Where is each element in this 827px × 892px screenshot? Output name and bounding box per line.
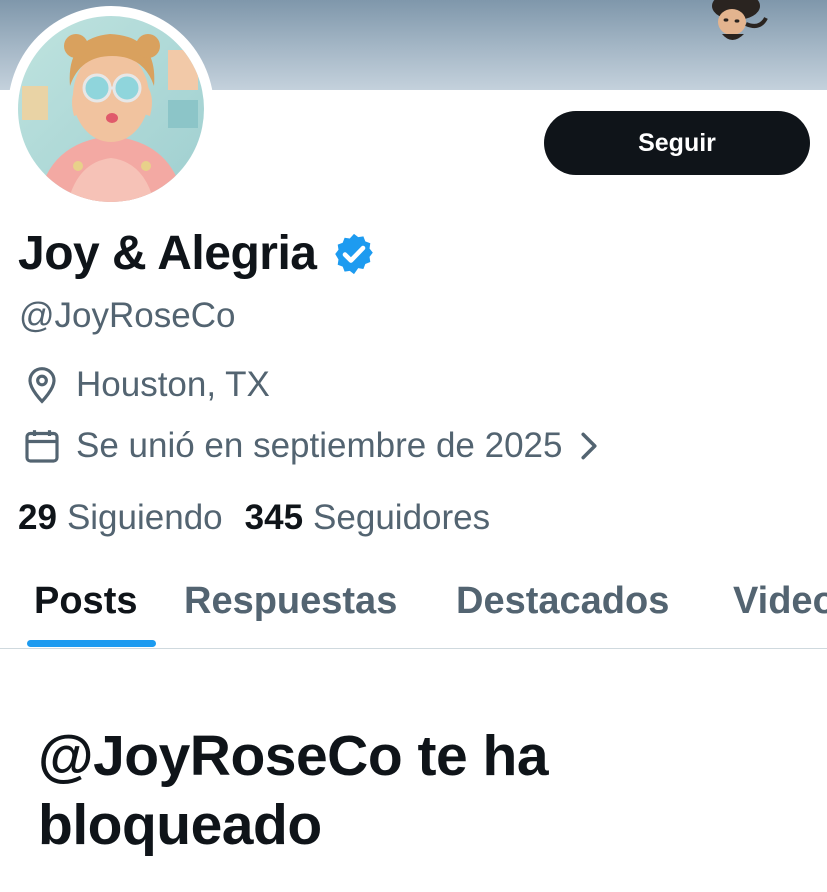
blocked-message: @JoyRoseCo te ha bloqueado [38,724,549,857]
map-pin-icon [28,367,56,404]
followers-count: 345 [244,498,304,537]
display-name: Joy & Alegria [18,227,317,280]
verified-badge-icon[interactable] [331,231,377,277]
following-stat[interactable]: 29 Siguiendo [18,498,223,538]
calendar-icon [25,430,59,463]
tab-posts[interactable]: Posts [34,580,137,623]
profile-joined[interactable]: Se unió en septiembre de 2025 [22,426,600,466]
avatar-image [18,16,204,202]
avatar[interactable] [8,6,214,212]
following-label: Siguiendo [66,498,223,537]
profile-location: Houston, TX [22,365,270,405]
profile-handle: @JoyRoseCo [19,296,236,335]
follow-button[interactable]: Seguir [544,111,810,175]
tab-respuestas[interactable]: Respuestas [184,580,397,623]
avatar-illustration [18,16,204,202]
tab-videos[interactable]: Videos [733,580,827,623]
banner-figure-image [712,0,768,40]
follow-stats: 29 Siguiendo 345 Seguidores [18,498,490,538]
followers-stat[interactable]: 345 Seguidores [245,498,490,538]
profile-name-row: Joy & Alegria [18,226,377,281]
profile-tabs: Posts Respuestas Destacados Videos [0,560,827,649]
followers-label: Seguidores [313,498,491,537]
chevron-right-icon [581,432,598,460]
following-count: 29 [18,498,57,537]
active-tab-indicator [27,640,156,647]
location-text: Houston, TX [76,365,270,404]
joined-text: Se unió en septiembre de 2025 [76,426,563,465]
tab-destacados[interactable]: Destacados [456,580,669,623]
